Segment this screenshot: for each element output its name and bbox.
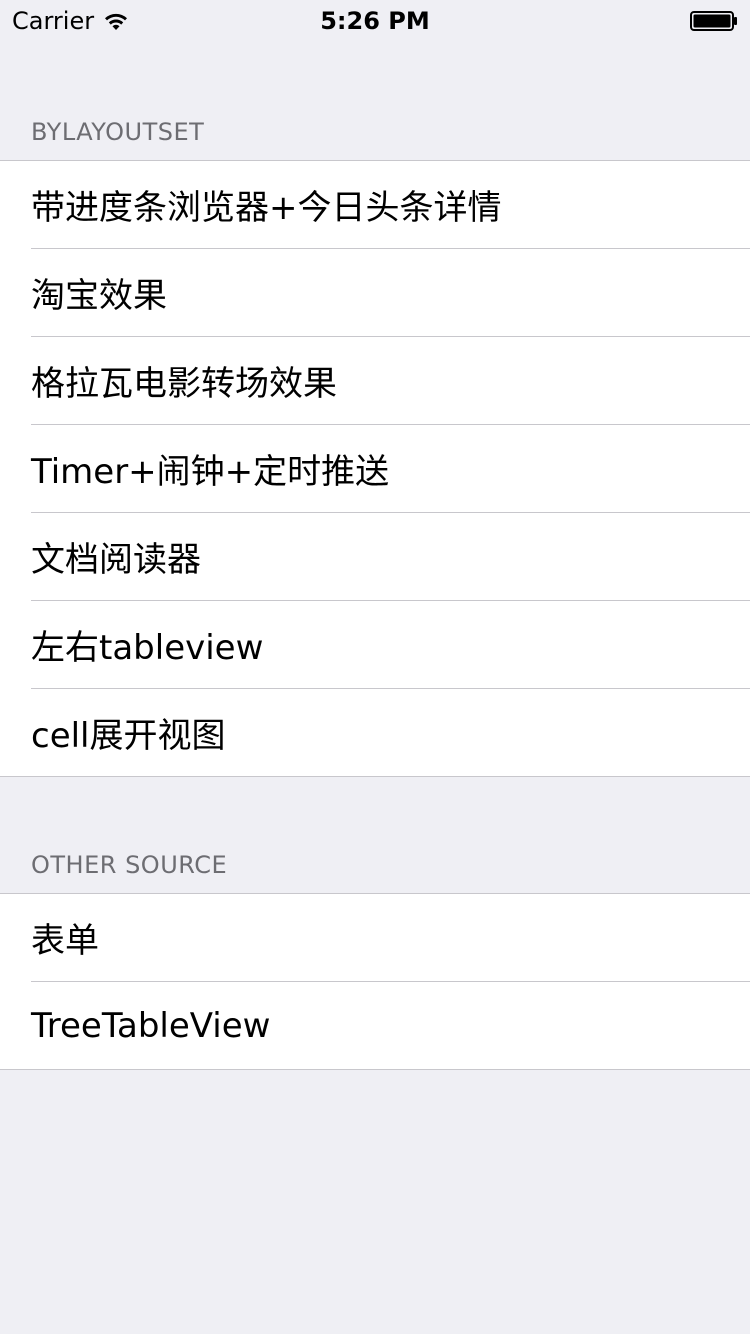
table-group-bylayoutset: 带进度条浏览器+今日头条详情 淘宝效果 格拉瓦电影转场效果 Timer+闹钟+定… [0, 160, 750, 777]
table-cell[interactable]: 文档阅读器 [0, 512, 750, 600]
cell-label: 带进度条浏览器+今日头条详情 [31, 188, 502, 228]
table-cell[interactable]: 淘宝效果 [0, 248, 750, 336]
table-cell[interactable]: Timer+闹钟+定时推送 [0, 424, 750, 512]
cell-label: 左右tableview [31, 628, 264, 668]
table-cell[interactable]: cell展开视图 [0, 688, 750, 776]
table-cell[interactable]: TreeTableView [0, 981, 750, 1069]
cell-label: 表单 [31, 921, 99, 961]
table-cell[interactable]: 格拉瓦电影转场效果 [0, 336, 750, 424]
section-header-other-source: OTHER SOURCE [0, 851, 750, 893]
cell-label: TreeTableView [31, 1005, 271, 1046]
section-header-label: BYLAYOUTSET [31, 118, 205, 146]
status-time: 5:26 PM [320, 7, 430, 35]
table-cell[interactable]: 左右tableview [0, 600, 750, 688]
battery-icon [690, 11, 737, 31]
table-cell[interactable]: 表单 [0, 894, 750, 981]
section-header-label: OTHER SOURCE [31, 851, 228, 879]
cell-label: cell展开视图 [31, 716, 226, 756]
cell-label: 文档阅读器 [31, 540, 201, 580]
cell-label: 格拉瓦电影转场效果 [31, 364, 337, 404]
status-bar: Carrier 5:26 PM [0, 0, 750, 40]
cell-label: Timer+闹钟+定时推送 [31, 452, 390, 492]
section-header-bylayoutset: BYLAYOUTSET [0, 80, 750, 160]
table-group-other-source: 表单 TreeTableView [0, 893, 750, 1070]
cell-label: 淘宝效果 [31, 276, 167, 316]
table-cell[interactable]: 带进度条浏览器+今日头条详情 [0, 161, 750, 248]
